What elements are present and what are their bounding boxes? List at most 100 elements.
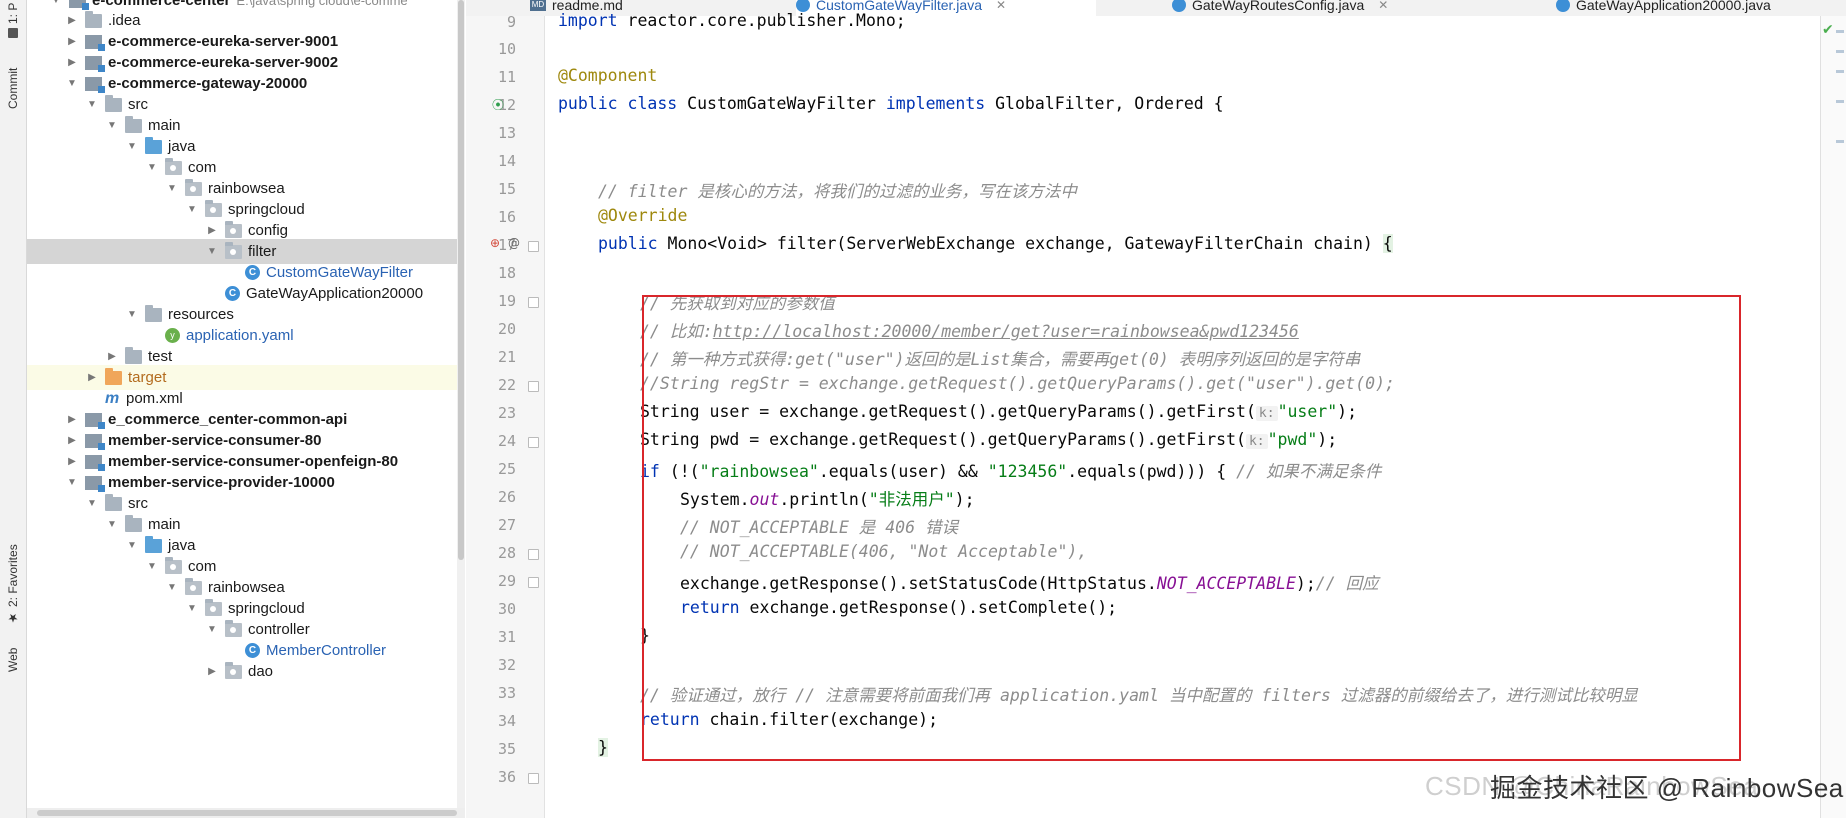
line-number: 31 [497, 628, 516, 646]
line-number: 21 [497, 348, 516, 366]
star-icon: ★ [6, 611, 20, 626]
line-number: 12 [497, 96, 516, 114]
line-number: 35 [497, 740, 516, 758]
line-number: 18 [497, 264, 516, 282]
line-number: 29 [497, 572, 516, 590]
line-number: 19 [497, 292, 516, 310]
line-number: 23 [497, 404, 516, 422]
override-gutter-icon[interactable]: ⊕ [490, 236, 500, 250]
project-tool-tab[interactable]: 1: P [2, 0, 24, 40]
tree-scrollbar[interactable] [457, 0, 465, 818]
highlight-annotation-box [642, 295, 1741, 761]
scroll-marker [1836, 50, 1844, 53]
package-icon [165, 157, 182, 175]
yaml-file-icon: y [165, 328, 180, 343]
tab-gateway-application[interactable]: GateWayApplication20000.java [1556, 0, 1846, 16]
watermark-text: 掘金技术社区 @ RainbowSea [1490, 773, 1844, 803]
tree-horizontal-scrollbar-thumb[interactable] [37, 810, 457, 816]
fold-marker-icon[interactable] [528, 297, 539, 308]
class-icon [1556, 0, 1570, 12]
line-number: 33 [497, 684, 516, 702]
chevron-down-icon: ▼ [87, 99, 97, 110]
resources-folder-icon [145, 304, 162, 322]
module-icon [85, 55, 105, 72]
chevron-down-icon: ▼ [67, 477, 77, 488]
editor-scrollbar[interactable] [1820, 16, 1846, 818]
code-line: @Component [558, 66, 658, 85]
excluded-folder-icon [105, 367, 122, 385]
line-number: 16 [497, 208, 516, 226]
folder-icon [125, 346, 142, 364]
folder-icon [125, 115, 142, 133]
line-number: 14 [497, 152, 516, 170]
line-number: 25 [497, 460, 516, 478]
scroll-marker [1836, 70, 1844, 73]
code-line: public Mono<Void> filter(ServerWebExchan… [598, 234, 1393, 253]
tab-gateway-routes-config[interactable]: GateWayRoutesConfig.java ✕ [1172, 0, 1462, 16]
code-line: public class CustomGateWayFilter impleme… [558, 94, 1224, 113]
fold-marker-icon[interactable] [528, 549, 539, 560]
bean-gutter-icon[interactable]: ⦿ [492, 96, 504, 113]
chevron-down-icon: ▼ [127, 540, 137, 551]
at-annotation-icon: @ [508, 236, 520, 250]
close-icon[interactable]: ✕ [1378, 0, 1388, 12]
package-icon [225, 661, 242, 679]
chevron-down-icon: ▼ [51, 0, 61, 6]
line-number: 22 [497, 376, 516, 394]
chevron-right-icon: ▶ [68, 15, 76, 26]
line-number: 15 [497, 180, 516, 198]
package-icon [205, 199, 222, 217]
markdown-icon: MD [530, 0, 546, 11]
module-icon [85, 433, 105, 450]
favorites-tool-tab[interactable]: ★ 2: Favorites [2, 540, 24, 630]
line-number: 11 [497, 68, 516, 86]
project-icon [8, 27, 18, 38]
line-number: 34 [497, 712, 516, 730]
chevron-right-icon: ▶ [68, 456, 76, 467]
module-icon [69, 0, 89, 10]
chevron-down-icon: ▼ [127, 141, 137, 152]
folder-icon [85, 10, 102, 28]
folder-icon [105, 493, 122, 511]
chevron-down-icon: ▼ [107, 120, 117, 131]
code-line: @Override [598, 206, 688, 225]
chevron-right-icon: ▶ [208, 225, 216, 236]
package-icon [205, 598, 222, 616]
line-number: 27 [497, 516, 516, 534]
line-number: 24 [497, 432, 516, 450]
line-number: 36 [497, 768, 516, 786]
fold-marker-icon[interactable] [528, 437, 539, 448]
line-number: 28 [497, 544, 516, 562]
fold-marker-icon[interactable] [528, 241, 539, 252]
code-line: } [598, 738, 608, 757]
chevron-down-icon: ▼ [127, 309, 137, 320]
spring-boot-class-icon: C [225, 286, 240, 301]
chevron-down-icon: ▼ [187, 204, 197, 215]
editor-gutter: 9 10 11 12 13 14 15 16 17 18 19 20 21 22… [466, 13, 545, 818]
module-icon [85, 412, 105, 429]
class-icon: C [245, 643, 260, 658]
source-folder-icon [145, 136, 162, 154]
module-icon [85, 34, 105, 51]
package-icon [225, 220, 242, 238]
fold-marker-icon[interactable] [528, 381, 539, 392]
tree-scrollbar-thumb[interactable] [458, 0, 464, 560]
project-tree: ▼ e-commerce-center E:\java\spring cloud\e… [27, 0, 457, 810]
folder-icon [105, 94, 122, 112]
chevron-down-icon: ▼ [87, 498, 97, 509]
scroll-marker [1836, 30, 1844, 33]
fold-marker-icon[interactable] [528, 773, 539, 784]
chevron-right-icon: ▶ [108, 351, 116, 362]
package-icon [185, 178, 202, 196]
line-number: 30 [497, 600, 516, 618]
class-icon: C [245, 265, 260, 280]
fold-marker-icon[interactable] [528, 577, 539, 588]
chevron-right-icon: ▶ [68, 435, 76, 446]
close-icon[interactable]: ✕ [996, 0, 1006, 12]
web-tool-tab[interactable]: Web [2, 640, 24, 680]
tree-horizontal-scrollbar[interactable] [27, 808, 465, 818]
scroll-marker [1836, 140, 1844, 143]
tree-item-package[interactable]: ▶ dao [27, 659, 457, 684]
class-icon [1172, 0, 1186, 12]
commit-tool-tab[interactable]: Commit [2, 58, 24, 118]
